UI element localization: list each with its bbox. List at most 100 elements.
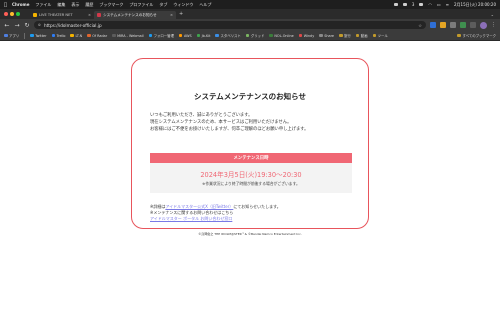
app-menu[interactable]: Chrome [12,2,29,7]
official-x-link[interactable]: アイドルマスター公式X（旧Twitter） [165,204,233,209]
macos-menubar:  Chrome ファイル 編集 表示 履歴 ブックマーク プロファイル タブ … [0,0,500,9]
trello-icon [51,33,56,38]
bookmark-windy[interactable]: Windy [298,34,314,38]
bookmark-webmail[interactable]: MIRA - Webmail [112,34,144,38]
tab-search-icon[interactable]: ⌄ [491,12,494,17]
menu-history[interactable]: 履歴 [85,2,93,8]
tab-label: LIVE THEATER NET [39,13,73,17]
folder-icon [339,33,343,38]
apps-icon [4,33,8,38]
follow-icon [148,33,153,38]
menu-help[interactable]: ヘルプ [199,2,211,8]
bookmark-video[interactable]: 動画 [355,33,368,38]
list-icon [215,33,219,38]
aws-icon [178,33,183,38]
control-center-icon[interactable]: ≡ [446,2,449,7]
bookmark-follow[interactable]: フォロー管理 [148,33,174,38]
bookmark-label: ツール [377,34,388,38]
all-bookmarks[interactable]: すべてのブックマーク [457,33,496,38]
bookmark-star-icon[interactable]: ☆ [418,23,422,28]
footer-text: ※詳細は [150,204,166,209]
close-tab-icon[interactable]: × [168,13,173,17]
close-window-button[interactable] [4,12,8,16]
reload-button[interactable]: ↻ [24,22,30,29]
forward-button[interactable]: → [14,22,20,29]
menu-view[interactable]: 表示 [71,2,79,8]
status-icon[interactable] [419,3,424,6]
status-icon[interactable] [402,3,407,6]
new-tab-button[interactable]: + [179,11,183,17]
tab-favicon [33,13,37,17]
bookmark-share[interactable]: Share [319,34,334,38]
bookmark-trello[interactable]: Trello [51,33,66,38]
notice-line: いつもご利用いただき、誠にありがとうございます。 [150,113,253,118]
bookmark-separator [24,32,26,39]
bookmark-nol-online[interactable]: NOL-Online [269,33,294,38]
folder-icon [319,33,323,38]
notice-footer: ※詳細はアイドルマスター公式X（旧Twitter）にてお知らせいたします。 ※メ… [150,204,355,222]
wifi-icon[interactable]: ◠ [428,2,432,7]
status-icon[interactable] [393,3,398,6]
radar-icon [87,33,91,38]
bookmark-label: Twitter [35,33,47,38]
bookmark-label: Jb-Kit [201,33,211,38]
bookmark-twitter[interactable]: Twitter [30,33,47,38]
menu-tab[interactable]: タブ [159,2,167,8]
grid-icon [245,33,250,38]
menu-bookmarks[interactable]: ブックマーク [99,2,123,8]
notice-title: システムメンテナンスのお知らせ [194,92,306,101]
apple-icon[interactable]:  [4,2,7,8]
address-bar[interactable]: ⊜ https://idolmaster-official.jp ☆ [34,21,426,29]
site-info-icon[interactable]: ⊜ [38,23,41,27]
bookmark-aws[interactable]: AWS [178,33,192,38]
bookmark-label: 旅行 [344,34,351,38]
address-url[interactable]: https://idolmaster-official.jp [44,23,102,28]
extensions-puzzle-icon[interactable] [470,22,476,28]
bookmarks-bar: アプリ Twitter Trello LT.N Of Radar MIRA - … [0,31,500,41]
menu-window[interactable]: ウィンドウ [173,2,193,8]
bookmark-label: Trello [56,33,66,38]
status-count[interactable]: 3 [412,2,415,7]
bookmark-label: 動画 [360,34,368,38]
bookmark-tools[interactable]: ツール [372,33,388,38]
bookmark-label: スタベリスト [220,34,241,38]
bookmark-apps[interactable]: アプリ [4,33,19,38]
minimize-window-button[interactable] [10,12,14,16]
menu-profile[interactable]: プロファイル [129,2,153,8]
folder-icon [355,33,360,38]
battery-icon[interactable]: ▭ [437,2,441,7]
tab-label: システムメンテナンスのお知らせ [103,12,157,17]
bookmark-label: Share [324,33,335,38]
nol-icon [269,33,273,38]
menu-file[interactable]: ファイル [35,2,51,8]
bookmark-label: NOL-Online [274,33,294,38]
contact-link[interactable]: アイドルマスター ポータル お問い合わせ窓口 [150,216,232,221]
close-tab-icon[interactable]: × [86,13,91,17]
clock[interactable]: 2月15日(火) 20:00:20 [454,2,496,8]
extension-icon[interactable] [450,22,456,28]
notice-line: 現在システムメンテナンスのため、本サービスはご利用いただけません。 [150,120,292,125]
bookmark-jbkit[interactable]: Jb-Kit [196,33,211,38]
bookmark-label: LT.N [75,33,83,38]
menu-edit[interactable]: 編集 [57,2,65,8]
extension-icon[interactable] [460,22,466,28]
extension-icon[interactable] [430,22,436,28]
extension-icon[interactable] [440,22,446,28]
bookmark-grid[interactable]: グリッド [245,33,265,38]
bookmark-label: グリッド [250,34,265,38]
tab-live-theater[interactable]: LIVE THEATER NET × [30,11,94,19]
chrome-menu-icon[interactable]: ⋮ [491,22,496,28]
profile-avatar[interactable] [480,21,487,29]
back-button[interactable]: ← [4,22,10,29]
tab-maintenance[interactable]: システムメンテナンスのお知らせ × [94,11,176,19]
browser-toolbar: ← → ↻ ⊜ https://idolmaster-official.jp ☆… [0,19,500,31]
zoom-window-button[interactable] [16,12,20,16]
bookmark-label: Of Radar [92,33,108,38]
bookmark-staff-list[interactable]: スタベリスト [215,33,241,38]
menubar-status: 3 ◠ ▭ ≡ 2月15日(火) 20:00:20 [393,2,496,8]
bookmark-of-radar[interactable]: Of Radar [87,34,107,38]
bookmark-ltn[interactable]: LT.N [70,34,82,38]
bookmark-label: すべてのブックマーク [462,34,496,38]
maintenance-schedule-box: 2024年3月5日(火)19:30～20:30 ※作業状況により終了時間が前後す… [150,163,352,193]
bookmark-travel[interactable]: 旅行 [339,33,351,38]
